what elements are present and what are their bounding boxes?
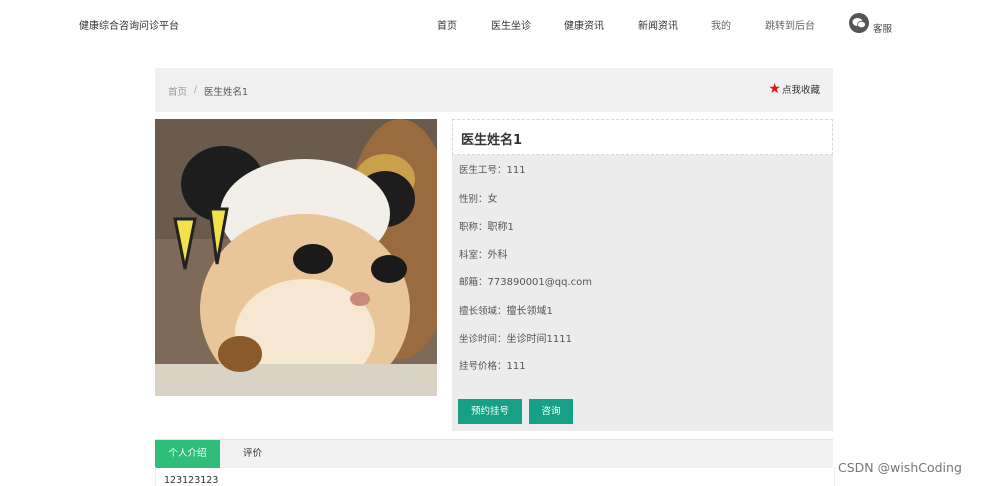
field-schedule: 坐诊时间：坐诊时间1111	[459, 330, 572, 345]
field-specialty: 擅长领域：擅长领域1	[459, 302, 553, 317]
field-price: 挂号价格：111	[459, 358, 526, 372]
field-title: 职称：职称1	[459, 218, 514, 233]
field-label: 擅长领域：	[459, 306, 507, 317]
field-value: 773890001@qq.com	[487, 277, 593, 288]
nav-health-info[interactable]: 健康资讯	[564, 17, 604, 32]
field-label: 坐诊时间：	[459, 334, 507, 345]
field-value: 女	[487, 194, 498, 205]
nav-news[interactable]: 新闻资讯	[638, 17, 678, 32]
customer-service-link[interactable]: 客服	[873, 21, 892, 35]
tab-bar: 个人介绍 评价	[155, 439, 833, 468]
field-label: 邮箱：	[459, 277, 488, 288]
field-value: 坐诊时间1111	[506, 334, 572, 345]
breadcrumb-current: 医生姓名1	[204, 87, 249, 98]
doctor-photo	[155, 119, 437, 396]
doctor-name-header: 医生姓名1	[452, 119, 833, 155]
breadcrumb-bar: 首页 / 医生姓名1 ★ 点我收藏	[155, 68, 833, 112]
field-email: 邮箱：773890001@qq.com	[459, 274, 592, 288]
breadcrumb-separator: /	[194, 84, 198, 95]
field-label: 医生工号：	[459, 165, 507, 176]
field-label: 挂号价格：	[459, 361, 507, 372]
field-doctor-id: 医生工号：111	[459, 162, 526, 176]
tab-reviews[interactable]: 评价	[243, 440, 262, 468]
field-value: 职称1	[487, 222, 514, 233]
doctor-info-panel: 医生姓名1 医生工号：111 性别：女 职称：职称1 科室：外科 邮箱：7738…	[452, 119, 833, 431]
favorite-button[interactable]: ★ 点我收藏	[768, 82, 820, 96]
doctor-name: 医生姓名1	[461, 133, 523, 148]
field-value: 外科	[487, 250, 508, 261]
breadcrumb-home[interactable]: 首页	[168, 84, 187, 98]
field-label: 科室：	[459, 250, 488, 261]
field-value: 擅长领域1	[506, 306, 553, 317]
top-navbar: 健康综合咨询问诊平台 首页 医生坐诊 健康资讯 新闻资讯 我的 跳转到后台 客服	[0, 0, 994, 48]
nav-doctor-consult[interactable]: 医生坐诊	[491, 17, 531, 32]
intro-content: 123123123	[155, 467, 835, 486]
field-department: 科室：外科	[459, 246, 508, 261]
nav-mine[interactable]: 我的	[711, 17, 731, 32]
field-label: 性别：	[459, 194, 488, 205]
site-title[interactable]: 健康综合咨询问诊平台	[79, 17, 179, 32]
nav-home[interactable]: 首页	[437, 17, 457, 32]
wechat-icon[interactable]	[849, 13, 869, 33]
intro-text: 123123123	[164, 475, 219, 486]
field-value: 111	[506, 165, 526, 176]
tab-introduction[interactable]: 个人介绍	[155, 440, 220, 468]
consult-button[interactable]: 咨询	[529, 399, 573, 424]
nav-admin[interactable]: 跳转到后台	[765, 17, 815, 32]
field-value: 111	[506, 361, 526, 372]
star-icon: ★	[768, 81, 781, 97]
favorite-label: 点我收藏	[781, 85, 820, 96]
field-label: 职称：	[459, 222, 488, 233]
field-gender: 性别：女	[459, 190, 498, 205]
watermark: CSDN @wishCoding	[838, 460, 962, 475]
book-appointment-button[interactable]: 预约挂号	[458, 399, 522, 424]
